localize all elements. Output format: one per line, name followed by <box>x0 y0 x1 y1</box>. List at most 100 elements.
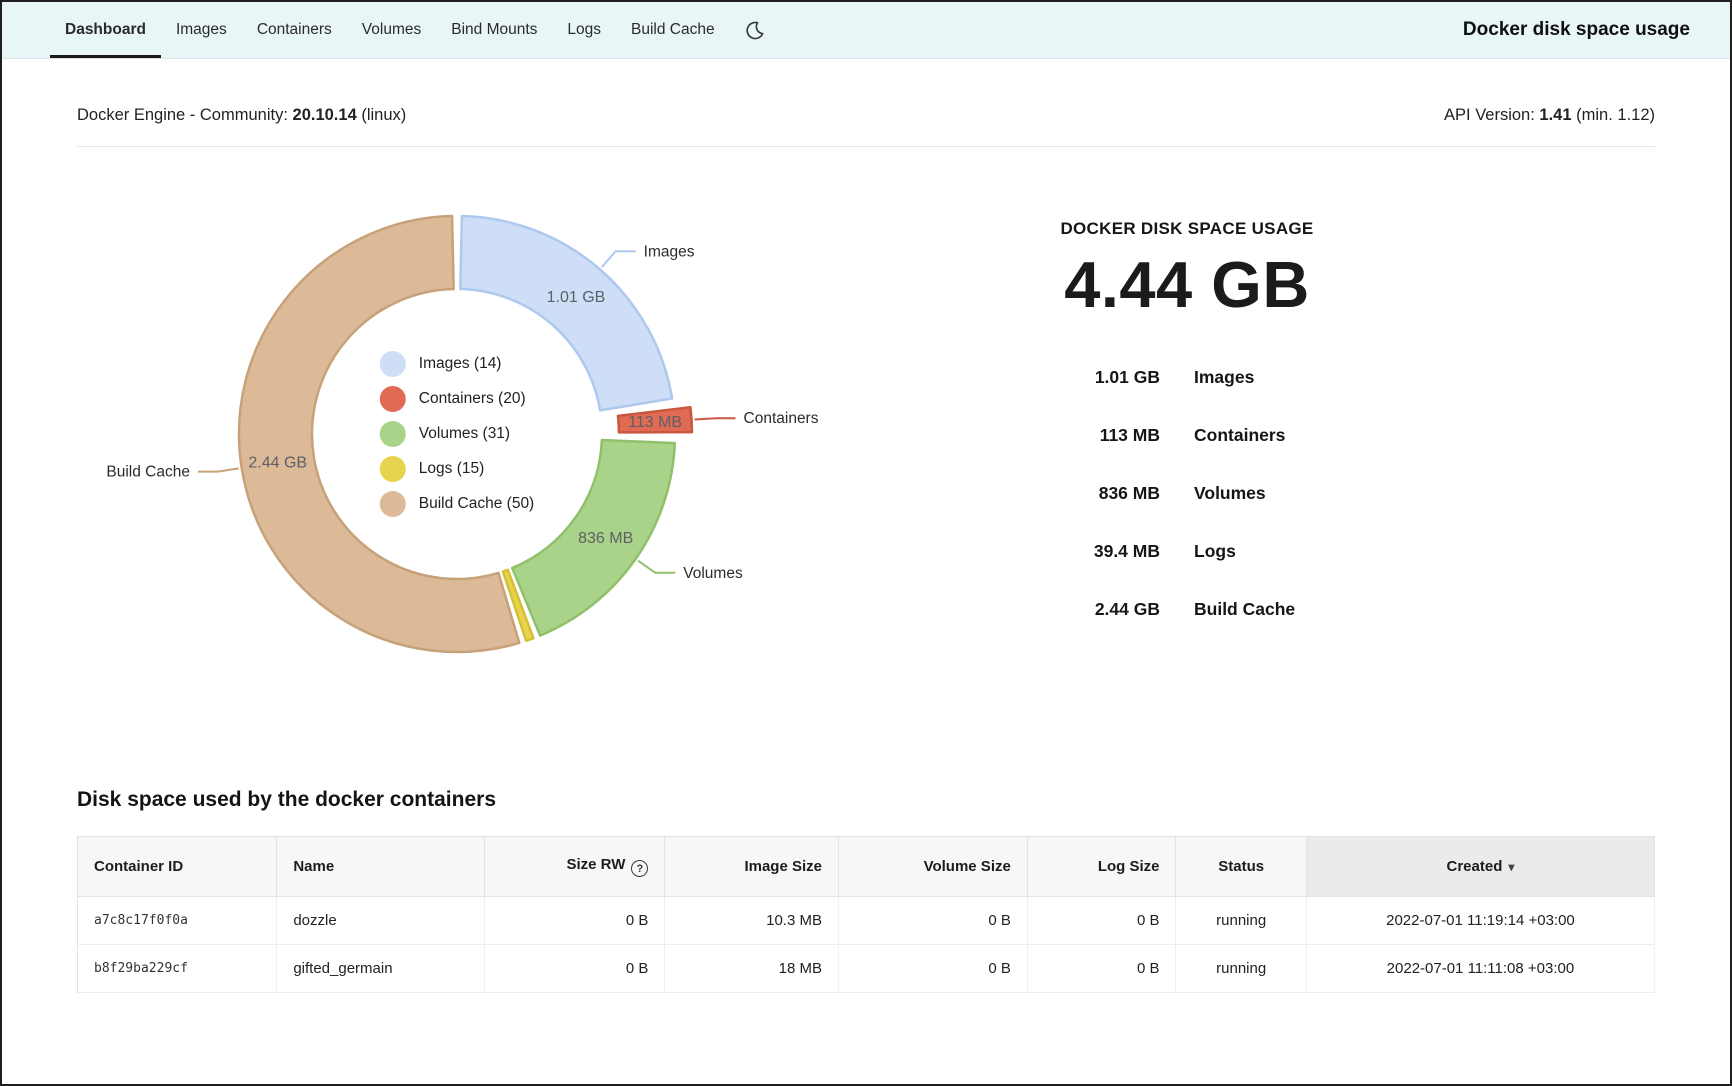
column-header-name[interactable]: Name <box>277 837 485 897</box>
nav-tab-dashboard[interactable]: Dashboard <box>50 2 161 58</box>
summary-row-logs: 39.4 MBLogs <box>937 541 1437 562</box>
cell-container-id: a7c8c17f0f0a <box>78 897 277 945</box>
summary-size: 1.01 GB <box>990 367 1160 388</box>
slice-name-label: Images <box>644 243 695 260</box>
dark-mode-toggle[interactable] <box>730 2 779 58</box>
slice-name-label: Containers <box>744 410 819 427</box>
nav-tab-volumes[interactable]: Volumes <box>347 2 436 58</box>
dashboard-section: 1.01 GBImages113 MBContainers836 MBVolum… <box>2 147 1730 722</box>
cell-image-size: 10.3 MB <box>665 897 839 945</box>
slice-value-label: 836 MB <box>578 530 633 547</box>
nav-tab-logs[interactable]: Logs <box>552 2 616 58</box>
legend-item-images[interactable]: Images (14) <box>380 351 534 377</box>
column-header-status[interactable]: Status <box>1176 837 1306 897</box>
legend-label: Logs (15) <box>419 460 484 478</box>
cell-volume-size: 0 B <box>839 897 1028 945</box>
column-header-label: Container ID <box>94 858 183 875</box>
column-header-container-id[interactable]: Container ID <box>78 837 277 897</box>
summary-row-containers: 113 MBContainers <box>937 425 1437 446</box>
chart-legend: Images (14) Containers (20) Volumes (31) Lo… <box>380 351 534 517</box>
legend-label: Containers (20) <box>419 390 526 408</box>
column-header-label: Name <box>293 858 334 875</box>
top-navigation-bar: DashboardImagesContainersVolumesBind Mou… <box>2 2 1730 59</box>
cell-image-size: 18 MB <box>665 945 839 993</box>
api-version-min: (min. 1.12) <box>1576 106 1655 124</box>
leader-line <box>695 418 736 419</box>
cell-log-size: 0 B <box>1027 945 1176 993</box>
containers-table-wrap: Container ID Name Size RW? Image Size Volume… <box>77 836 1655 993</box>
legend-label: Build Cache (50) <box>419 495 534 513</box>
moon-icon <box>744 20 765 41</box>
legend-swatch <box>380 386 406 412</box>
column-header-label: Size RW <box>567 856 626 873</box>
containers-section-title: Disk space used by the docker containers <box>2 788 1730 812</box>
table-row: a7c8c17f0f0adozzle0 B10.3 MB0 B0 Brunnin… <box>78 897 1655 945</box>
cell-name: dozzle <box>277 897 485 945</box>
leader-line <box>198 468 239 471</box>
table-body: a7c8c17f0f0adozzle0 B10.3 MB0 B0 Brunnin… <box>78 897 1655 993</box>
column-header-image-size[interactable]: Image Size <box>665 837 839 897</box>
cell-container-id: b8f29ba229cf <box>78 945 277 993</box>
cell-status: running <box>1176 945 1306 993</box>
cell-log-size: 0 B <box>1027 897 1176 945</box>
legend-item-volumes[interactable]: Volumes (31) <box>380 421 534 447</box>
leader-line <box>602 251 636 267</box>
app-window: DashboardImagesContainersVolumesBind Mou… <box>0 0 1732 1086</box>
cell-size-rw: 0 B <box>484 945 664 993</box>
api-version-info: API Version: 1.41 (min. 1.12) <box>1444 106 1655 125</box>
engine-platform: (linux) <box>361 106 406 124</box>
api-version-value: 1.41 <box>1539 106 1571 124</box>
cell-name: gifted_germain <box>277 945 485 993</box>
legend-item-build-cache[interactable]: Build Cache (50) <box>380 491 534 517</box>
slice-value-label: 1.01 GB <box>547 289 606 306</box>
summary-label: Build Cache <box>1194 599 1384 620</box>
legend-item-containers[interactable]: Containers (20) <box>380 386 534 412</box>
legend-label: Volumes (31) <box>419 425 510 443</box>
help-icon[interactable]: ? <box>631 860 648 877</box>
leader-line <box>638 561 675 573</box>
cell-volume-size: 0 B <box>839 945 1028 993</box>
summary-size: 2.44 GB <box>990 599 1160 620</box>
slice-value-label: 2.44 GB <box>248 454 307 471</box>
legend-label: Images (14) <box>419 355 502 373</box>
table-row: b8f29ba229cfgifted_germain0 B18 MB0 B0 B… <box>78 945 1655 993</box>
column-header-volume-size[interactable]: Volume Size <box>839 837 1028 897</box>
summary-label: Images <box>1194 367 1384 388</box>
nav-tab-bind-mounts[interactable]: Bind Mounts <box>436 2 552 58</box>
legend-swatch <box>380 491 406 517</box>
table-header-row: Container ID Name Size RW? Image Size Volume… <box>78 837 1655 897</box>
summary-rows: 1.01 GB Images 113 MBContainers 836 MB Volum… <box>937 367 1437 620</box>
summary-total: 4.44 GB <box>937 247 1437 322</box>
legend-swatch <box>380 351 406 377</box>
engine-label: Docker Engine - Community: <box>77 106 288 124</box>
sort-desc-icon: ▾ <box>1508 860 1514 874</box>
summary-size: 39.4 MB <box>990 541 1160 562</box>
summary-label: Volumes <box>1194 483 1384 504</box>
cell-created: 2022-07-01 11:19:14 +03:00 <box>1306 897 1654 945</box>
column-header-size-rw[interactable]: Size RW? <box>484 837 664 897</box>
slice-name-label: Build Cache <box>106 464 190 481</box>
column-header-label: Image Size <box>744 858 822 875</box>
nav-tab-build-cache[interactable]: Build Cache <box>616 2 730 58</box>
main-nav: DashboardImagesContainersVolumesBind Mou… <box>50 2 730 58</box>
summary-size: 836 MB <box>990 483 1160 504</box>
column-header-created[interactable]: Created ▾ <box>1306 837 1654 897</box>
cell-size-rw: 0 B <box>484 897 664 945</box>
slice-name-label: Volumes <box>683 565 743 582</box>
column-header-label: Created <box>1447 858 1503 875</box>
summary-label: Containers <box>1194 425 1384 446</box>
slice-value-label: 113 MB <box>628 414 682 431</box>
column-header-log-size[interactable]: Log Size <box>1027 837 1176 897</box>
api-version-label: API Version: <box>1444 106 1535 124</box>
summary-row-build-cache: 2.44 GB Build Cache <box>937 599 1437 620</box>
nav-tab-containers[interactable]: Containers <box>242 2 347 58</box>
engine-info: Docker Engine - Community: 20.10.14 (lin… <box>77 106 406 125</box>
engine-info-row: Docker Engine - Community: 20.10.14 (lin… <box>2 106 1730 125</box>
legend-swatch <box>380 421 406 447</box>
legend-item-logs[interactable]: Logs (15) <box>380 456 534 482</box>
column-header-label: Volume Size <box>924 858 1011 875</box>
summary-heading: DOCKER DISK SPACE USAGE <box>937 219 1437 239</box>
column-header-label: Log Size <box>1098 858 1160 875</box>
nav-tab-images[interactable]: Images <box>161 2 242 58</box>
app-title: Docker disk space usage <box>1463 2 1690 58</box>
